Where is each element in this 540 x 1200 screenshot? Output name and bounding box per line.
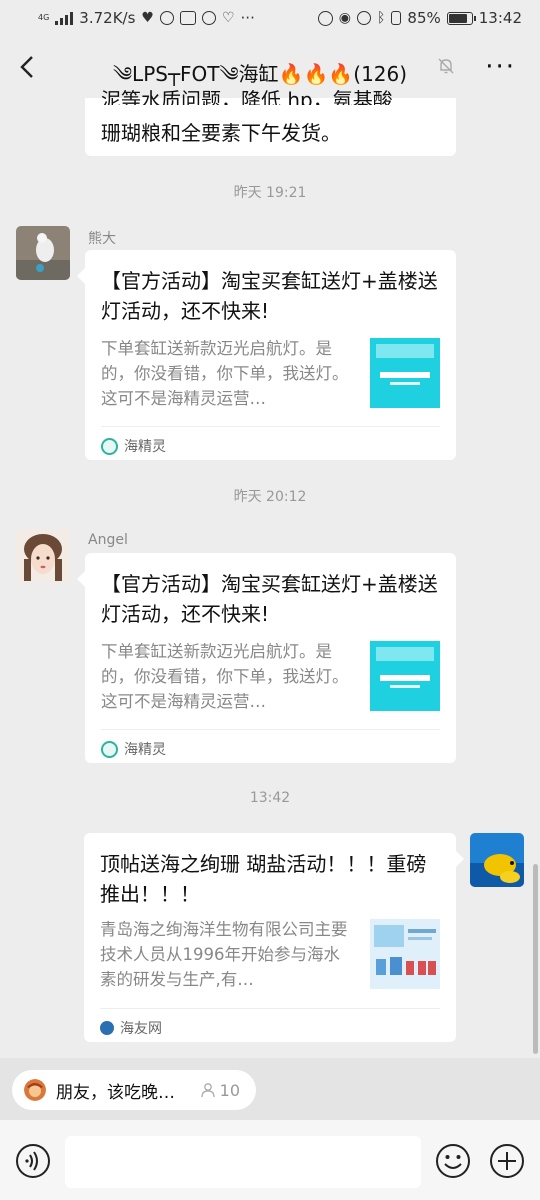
avatar-self[interactable] bbox=[470, 833, 524, 887]
message-bubble-truncated: 泥等水质问题，降低 hp，氨基酸 珊瑚粮和全要素下午发货。 bbox=[85, 88, 456, 156]
card-title: 【官方活动】淘宝买套缸送灯+盖楼送灯活动，还不快来! bbox=[101, 572, 438, 626]
status-bar: 4G 3.72K/s ♥ ♡ ··· ◉ ᛒ 85% 13:42 bbox=[0, 0, 540, 36]
nfc-icon bbox=[317, 10, 333, 26]
back-arrow-icon[interactable] bbox=[14, 52, 44, 82]
timestamp: 昨天 19:21 bbox=[233, 185, 307, 201]
status-right: ◉ ᛒ 85% 13:42 bbox=[317, 9, 522, 27]
scrollbar[interactable] bbox=[533, 864, 538, 1054]
mute-bell-icon bbox=[438, 58, 454, 74]
truncated-line-2: 珊瑚粮和全要素下午发货。 bbox=[101, 121, 341, 145]
clock: 13:42 bbox=[478, 9, 522, 27]
avatar-fish-icon bbox=[470, 833, 524, 887]
eye-icon: ◉ bbox=[338, 10, 352, 26]
link-card[interactable]: 【官方活动】淘宝买套缸送灯+盖楼送灯活动，还不快来! 下单套缸送新款迈光启航灯。… bbox=[77, 250, 456, 460]
timestamp: 13:42 bbox=[249, 790, 291, 806]
timestamp: 昨天 20:12 bbox=[233, 489, 307, 505]
signal-icon bbox=[55, 11, 74, 25]
card-title: 【官方活动】淘宝买套缸送灯+盖楼送灯活动，还不快来! bbox=[101, 269, 438, 323]
card-description: 青岛海之绚海洋生物有限公司主要技术人员从1996年开始参与海水素的研发与生产,有… bbox=[100, 920, 348, 989]
emoji-button[interactable] bbox=[435, 1143, 471, 1179]
source-logo-icon bbox=[100, 1021, 114, 1035]
alarm-icon bbox=[357, 11, 372, 25]
status-left: 4G 3.72K/s ♥ ♡ ··· bbox=[38, 9, 255, 27]
circle-icon bbox=[201, 11, 216, 25]
network-type: 4G bbox=[38, 13, 50, 22]
battery-fill bbox=[448, 13, 468, 23]
source-logo-icon bbox=[101, 437, 118, 455]
link-card[interactable]: 【官方活动】淘宝买套缸送灯+盖楼送灯活动，还不快来! 下单套缸送新款迈光启航灯。… bbox=[77, 553, 456, 763]
truncated-line-wrap: 泥等水质问题，降低 hp，氨基酸 bbox=[101, 85, 446, 105]
link-card[interactable]: 顶帖送海之绚珊 瑚盐活动！！！重磅推出！！！ 青岛海之绚海洋生物有限公司主要技术… bbox=[84, 833, 464, 1042]
plus-button[interactable] bbox=[489, 1143, 525, 1179]
overflow-dots-icon: ··· bbox=[240, 9, 255, 27]
avatar[interactable] bbox=[16, 529, 70, 583]
card-thumbnail bbox=[370, 338, 440, 408]
avatar-girl-icon bbox=[16, 529, 70, 583]
card-source-label: 海精灵 bbox=[124, 439, 166, 455]
card-source: 海精灵 bbox=[101, 426, 440, 456]
card-description: 下单套缸送新款迈光启航灯。是的，你没看错，你下单，我送灯。这可不是海精灵运营… bbox=[101, 339, 349, 408]
more-dots-icon[interactable]: ··· bbox=[485, 54, 516, 80]
screen-icon bbox=[179, 11, 196, 25]
voice-button[interactable] bbox=[15, 1143, 51, 1179]
card-source-label: 海精灵 bbox=[124, 742, 166, 758]
bulb-icon bbox=[159, 11, 174, 25]
battery-icon bbox=[446, 11, 476, 25]
card-source-label: 海友网 bbox=[120, 1021, 162, 1037]
card-description: 下单套缸送新款迈光启航灯。是的，你没看错，你下单，我送灯。这可不是海精灵运营… bbox=[101, 642, 349, 711]
notice-text: 朋友，该吃晚… bbox=[56, 1082, 175, 1103]
truncated-line-1: 泥等水质问题，降低 hp，氨基酸 bbox=[101, 88, 393, 105]
avatar-bear-icon bbox=[16, 226, 70, 280]
vibrate-icon bbox=[391, 11, 402, 25]
notice-avatar bbox=[24, 1079, 46, 1101]
card-thumbnail bbox=[370, 641, 440, 711]
message-input[interactable] bbox=[65, 1136, 421, 1188]
source-logo-icon bbox=[101, 740, 118, 758]
card-source: 海友网 bbox=[100, 1008, 440, 1038]
notice-count-value: 10 bbox=[219, 1080, 240, 1100]
avatar[interactable] bbox=[16, 226, 70, 280]
battery-percent: 85% bbox=[407, 9, 441, 27]
person-icon bbox=[200, 1083, 215, 1098]
sender-name: Angel bbox=[88, 532, 128, 548]
card-thumbnail bbox=[370, 919, 440, 989]
notice-pill[interactable]: 朋友，该吃晚… 10 bbox=[12, 1070, 256, 1110]
heart-icon: ♥ bbox=[141, 10, 154, 26]
notice-bar: 朋友，该吃晚… 10 bbox=[0, 1058, 540, 1120]
network-speed: 3.72K/s bbox=[79, 9, 136, 27]
card-source: 海精灵 bbox=[101, 729, 440, 759]
notice-count: 10 bbox=[200, 1081, 240, 1100]
bluetooth-icon: ᛒ bbox=[377, 10, 386, 26]
heart-outline-icon: ♡ bbox=[221, 10, 235, 26]
card-title: 顶帖送海之绚珊 瑚盐活动！！！重磅推出！！！ bbox=[100, 852, 427, 906]
input-bar bbox=[0, 1120, 540, 1200]
sender-name: 熊大 bbox=[88, 231, 116, 247]
